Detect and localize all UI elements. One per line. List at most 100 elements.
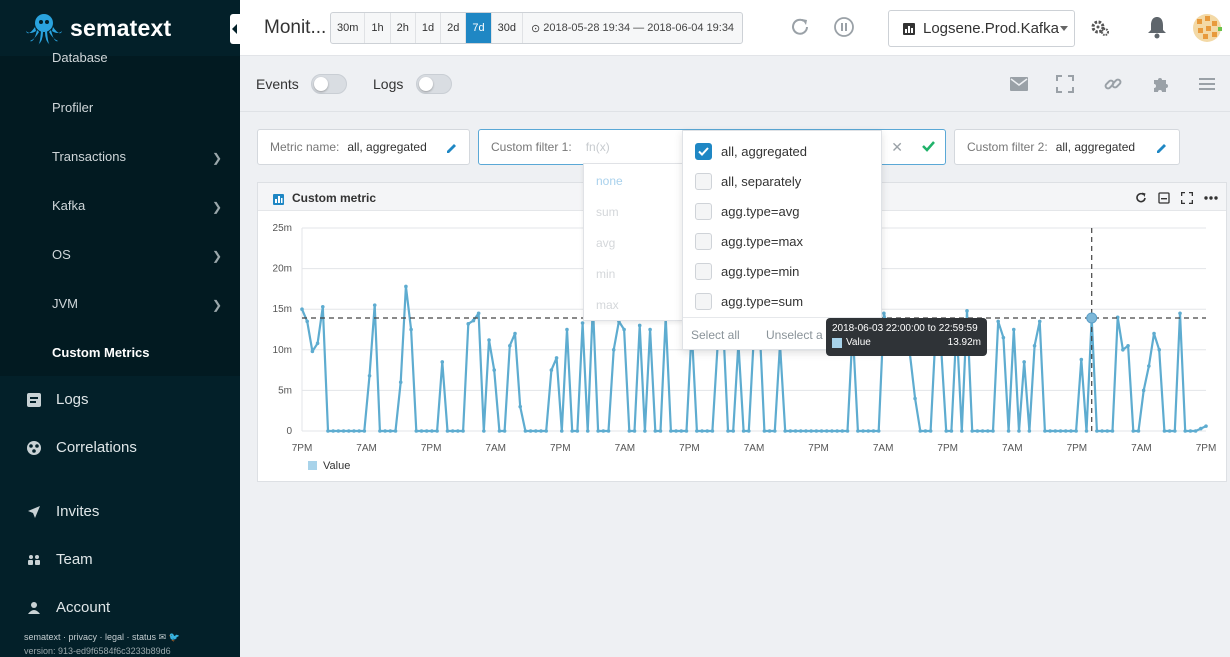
sidebar-item-jvm[interactable]: JVM ❯ — [52, 296, 232, 312]
data-point — [1011, 327, 1016, 332]
data-point — [1152, 331, 1156, 336]
data-point — [809, 429, 813, 433]
fn-option-sum[interactable]: sum — [596, 205, 619, 219]
range-button-2h[interactable]: 2h — [391, 13, 416, 43]
data-point — [1053, 429, 1058, 433]
filter-option[interactable]: all, separately — [695, 173, 801, 190]
checkbox[interactable] — [695, 293, 712, 310]
clear-icon[interactable]: ✕ — [891, 139, 903, 156]
legend-label: Value — [323, 460, 350, 472]
twitter-icon[interactable]: 🐦 — [169, 632, 180, 642]
date-range-picker[interactable]: ⊙ 2018-05-28 19:34 — 2018-06-04 19:34 — [523, 13, 742, 43]
user-icon — [26, 600, 42, 616]
filter-option[interactable]: agg.type=max — [695, 233, 803, 250]
menu-button[interactable] — [1196, 74, 1218, 94]
fn-option-min[interactable]: min — [596, 267, 615, 281]
data-point — [414, 429, 419, 433]
data-point — [533, 429, 538, 433]
nav-invites[interactable]: Invites — [26, 503, 99, 520]
unselect-all-link[interactable]: Unselect a — [766, 328, 823, 342]
settings-button[interactable] — [1090, 18, 1110, 38]
panel-minimize-button[interactable] — [1157, 191, 1170, 204]
nav-team[interactable]: Team — [26, 551, 93, 568]
footer-links[interactable]: sematext · privacy · legal · status ✉ 🐦 — [24, 632, 180, 643]
range-button-1h[interactable]: 1h — [365, 13, 391, 43]
pause-button[interactable] — [832, 15, 856, 39]
sidebar-item-label: Database — [52, 50, 108, 65]
collapse-sidebar-button[interactable] — [230, 14, 240, 44]
sidebar-item-os[interactable]: OS ❯ — [52, 247, 232, 263]
fn-option-avg[interactable]: avg — [596, 236, 615, 250]
mail-icon[interactable]: ✉ — [159, 632, 167, 642]
data-point — [1105, 429, 1110, 433]
fn-option-max[interactable]: max — [596, 298, 619, 312]
range-button-30d[interactable]: 30d — [492, 13, 524, 43]
data-point — [341, 429, 346, 433]
data-point — [741, 429, 746, 433]
data-point — [710, 429, 715, 433]
checkbox[interactable] — [695, 233, 712, 250]
tooltip-series: Value — [846, 337, 871, 348]
app-selector[interactable]: Logsene.Prod.Kafka — [888, 10, 1075, 47]
filter-option[interactable]: all, aggregated — [695, 143, 807, 160]
clock-icon: ⊙ — [531, 22, 541, 35]
checkbox[interactable] — [695, 203, 712, 220]
data-point — [1167, 429, 1172, 433]
checkbox[interactable] — [695, 173, 712, 190]
nav-correlations[interactable]: Correlations — [26, 439, 137, 456]
select-all-link[interactable]: Select all — [691, 328, 740, 342]
custom-filter-2[interactable]: Custom filter 2: all, aggregated — [954, 129, 1180, 165]
metric-name-filter[interactable]: Metric name: all, aggregated — [257, 129, 470, 165]
pencil-icon[interactable] — [1155, 141, 1167, 156]
refresh-button[interactable] — [788, 15, 812, 39]
filter-option[interactable]: agg.type=sum — [695, 293, 803, 310]
sematext-logo[interactable]: sematext — [24, 13, 171, 45]
sidebar-item-transactions[interactable]: Transactions ❯ — [52, 149, 232, 165]
sidebar-item-kafka[interactable]: Kafka ❯ — [52, 198, 232, 214]
sidebar-item-label: Transactions — [52, 149, 126, 164]
data-point — [513, 331, 517, 336]
range-button-7d[interactable]: 7d — [466, 13, 492, 43]
fn-input[interactable]: fn(x) — [586, 140, 610, 154]
data-point — [700, 429, 704, 433]
range-button-1d[interactable]: 1d — [416, 13, 442, 43]
nav-account[interactable]: Account — [26, 599, 110, 616]
checkbox-checked[interactable] — [695, 143, 712, 160]
data-point — [1022, 360, 1026, 364]
range-button-2d[interactable]: 2d — [441, 13, 467, 43]
link-button[interactable] — [1102, 74, 1124, 94]
data-point — [1043, 429, 1047, 433]
submenu: Database Profiler Transactions ❯ Kafka ❯ O… — [0, 50, 240, 376]
custom-filter-2-value: all, aggregated — [1055, 140, 1136, 154]
custom-filter-2-label: Custom filter 2: — [967, 140, 1048, 154]
logs-toggle[interactable] — [416, 74, 452, 94]
sidebar-item-custom-metrics[interactable]: Custom Metrics — [52, 345, 232, 360]
sidebar-item-profiler[interactable]: Profiler — [52, 100, 232, 115]
filter-options-dropdown: all, aggregated all, separately agg.type… — [682, 130, 882, 350]
confirm-icon[interactable] — [922, 139, 935, 155]
email-button[interactable] — [1008, 74, 1030, 94]
data-point — [793, 429, 798, 433]
footer-links-text[interactable]: sematext · privacy · legal · status — [24, 632, 156, 642]
notifications-button[interactable] — [1145, 15, 1169, 39]
data-point — [866, 429, 871, 433]
data-point — [1157, 348, 1162, 352]
pencil-icon[interactable] — [445, 141, 457, 156]
checkbox[interactable] — [695, 263, 712, 280]
integrations-button[interactable] — [1150, 74, 1172, 94]
filter-option[interactable]: agg.type=min — [695, 263, 799, 280]
data-point — [970, 429, 975, 433]
user-avatar[interactable] — [1192, 13, 1222, 43]
sidebar-item-database[interactable]: Database — [52, 50, 232, 65]
filter-option[interactable]: agg.type=avg — [695, 203, 799, 220]
fn-option-none[interactable]: none — [596, 174, 623, 188]
data-point — [648, 327, 652, 332]
refresh-icon — [792, 18, 808, 35]
nav-logs[interactable]: Logs — [26, 391, 89, 408]
events-toggle[interactable] — [311, 74, 347, 94]
panel-fullscreen-button[interactable] — [1180, 191, 1193, 204]
range-button-30m[interactable]: 30m — [331, 13, 366, 43]
panel-refresh-button[interactable] — [1134, 191, 1147, 204]
fullscreen-button[interactable] — [1054, 74, 1076, 94]
panel-more-button[interactable] — [1203, 191, 1219, 204]
